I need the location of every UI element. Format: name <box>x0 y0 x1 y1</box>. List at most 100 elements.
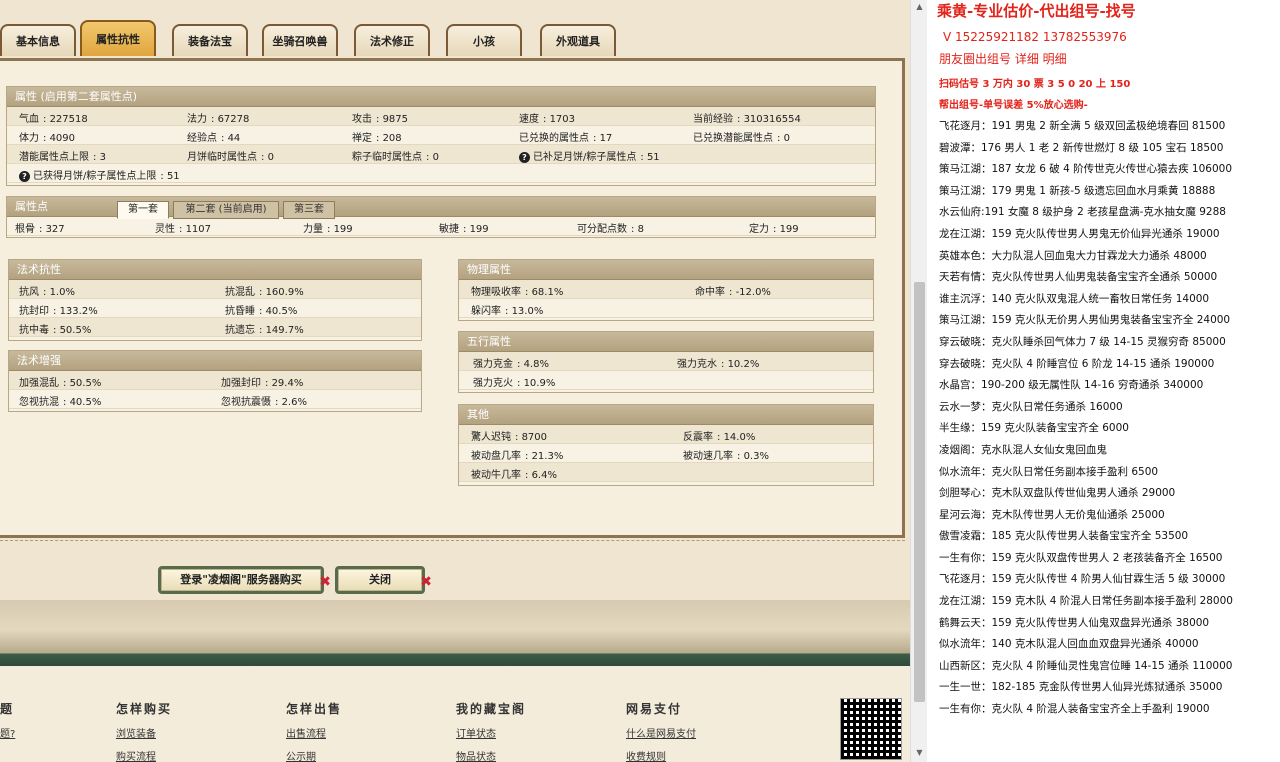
tab-mounts-pets[interactable]: 坐骑召唤兽 <box>262 24 338 56</box>
listing-entry: 一生有你：克火队 4 阶混人装备宝宝齐全上手盈利 19000 <box>939 703 1210 716</box>
other-section: 其他 驚人迟钝: 8700 反震率: 14.0% 被动盘几率: 21.3% 被动… <box>458 404 874 486</box>
tab-spell-correction[interactable]: 法术修正 <box>354 24 430 56</box>
listing-entry: 水晶宫：190-200 级无属性队 14-16 穷奇通杀 340000 <box>939 379 1204 392</box>
footer-link[interactable]: 购买流程 <box>116 748 172 762</box>
notes-line: 帮出组号-单号误差 5%放心选购- <box>939 100 1088 111</box>
resist-row: 抗封印: 133.2% 抗昏睡: 40.5% <box>9 299 421 318</box>
attr-row: ? 已获得月饼/粽子属性点上限: 51 <box>7 164 875 183</box>
listing-entry: 飞花逐月：159 克火队传世 4 阶男人仙甘霖生活 5 级 30000 <box>939 573 1226 586</box>
listing-entry: 天若有情：克火队传世男人仙男鬼装备宝宝齐全通杀 50000 <box>939 271 1218 284</box>
listing-entry: 穿去破晓：克火队 4 阶睡宫位 6 阶龙 14-15 通杀 190000 <box>939 357 1215 370</box>
footer-link[interactable]: 订单状态 <box>456 725 526 740</box>
five-row: 强力克金: 4.8% 强力克水: 10.2% <box>459 352 873 371</box>
listing-entry: 似水流年：克火队日常任务副本接手盈利 6500 <box>939 465 1159 478</box>
footer-link[interactable]: 出售流程 <box>286 725 342 740</box>
tab-attributes[interactable]: 属性抗性 <box>80 20 156 56</box>
listing-entries: 飞花逐月：191 男鬼 2 新全满 5 级双回孟极绝境春回 81500 碧波潭：1… <box>939 116 1279 721</box>
tab-equipment[interactable]: 装备法宝 <box>172 24 248 56</box>
five-row: 强力克火: 10.9% <box>459 371 873 390</box>
section-title: 法术抗性 <box>9 260 421 280</box>
phys-row: 躲闪率: 13.0% <box>459 299 873 318</box>
points-row: 根骨: 327 灵性: 1107 力量: 199 敏捷: 199 可分配点数: … <box>7 217 875 236</box>
footer-link[interactable]: 物品状态 <box>456 748 526 762</box>
scroll-up-icon[interactable]: ▲ <box>914 2 925 13</box>
divider <box>0 540 905 552</box>
other-row: 被动牛几率: 6.4% <box>459 463 873 482</box>
footer-col-sell: 怎样出售 出售流程 公示期 <box>286 700 342 762</box>
notes-line: 朋友圈出组号 详细 明细 <box>939 52 1067 66</box>
footer-title: 怎样出售 <box>286 702 343 716</box>
listing-entry: 凌烟阁：克水队混人女仙女鬼回血鬼 <box>939 443 1107 456</box>
listing-entry: 策马江湖：179 男鬼 1 新孩-5 级遗忘回血水月乘黄 18888 <box>939 184 1216 197</box>
phys-row: 物理吸收率: 68.1% 命中率: -12.0% <box>459 280 873 299</box>
boost-row: 加强混乱: 50.5% 加强封印: 29.4% <box>9 371 421 390</box>
footer-title: 题 <box>0 702 15 716</box>
footer-link[interactable]: 收费规则 <box>626 748 696 762</box>
section-title: 法术增强 <box>9 351 421 371</box>
listing-entry: 半生缘：159 克火队装备宝宝齐全 6000 <box>939 422 1129 435</box>
tab-basic-info[interactable]: 基本信息 <box>0 24 76 56</box>
footer-title: 怎样购买 <box>116 702 173 716</box>
other-row: 被动盘几率: 21.3% 被动速几率: 0.3% <box>459 444 873 463</box>
footer-title: 我的藏宝阁 <box>456 702 527 716</box>
listing-entry: 英雄本色：大力队混人回血鬼大力甘霖龙大力通杀 48000 <box>939 249 1207 262</box>
physical-section: 物理属性 物理吸收率: 68.1% 命中率: -12.0% 躲闪率: 13.0% <box>458 259 874 321</box>
listing-entry: 碧波潭：176 男人 1 老 2 新传世燃灯 8 级 105 宝石 18500 <box>939 141 1224 154</box>
game-panel: 基本信息 属性抗性 装备法宝 坐骑召唤兽 法术修正 小孩 外观道具 属性 (启用… <box>0 0 910 762</box>
listing-entry: 山西新区：克火队 4 阶睡仙灵性鬼宫位睡 14-15 通杀 110000 <box>939 659 1233 672</box>
scroll-thumb[interactable] <box>914 282 925 702</box>
five-elements-section: 五行属性 强力克金: 4.8% 强力克水: 10.2% 强力克火: 10.9% <box>458 331 874 393</box>
help-icon[interactable]: ? <box>519 152 530 163</box>
attr-row: 气血: 227518 法力: 67278 攻击: 9875 速度: 1703 当… <box>7 107 875 126</box>
qr-code-icon <box>840 698 902 760</box>
help-icon[interactable]: ? <box>19 171 30 182</box>
resist-row: 抗风: 1.0% 抗混乱: 160.9% <box>9 280 421 299</box>
listing-entry: 一生有你：159 克火队双盘传世男人 2 老孩装备齐全 16500 <box>939 551 1223 564</box>
listing-entry: 似水流年：140 克木队混人回血血双盘异光通杀 40000 <box>939 638 1199 651</box>
other-row: 驚人迟钝: 8700 反震率: 14.0% <box>459 425 873 444</box>
listing-entry: 龙在江湖：159 克火队传世男人男鬼无价仙异光通杀 19000 <box>939 227 1220 240</box>
footer-link[interactable]: 浏览装备 <box>116 725 172 740</box>
login-buy-button[interactable]: 登录"凌烟阁"服务器购买 ✖ <box>158 566 331 594</box>
resist-row: 抗中毒: 50.5% 抗遗忘: 149.7% <box>9 318 421 337</box>
notes-title: 乘黄-专业估价-代出组号-找号 <box>937 2 1136 20</box>
footer-link[interactable]: 什么是网易支付 <box>626 725 696 740</box>
listing-entry: 云水一梦：克火队日常任务通杀 16000 <box>939 400 1123 413</box>
points-section: 属性点 第一套 第二套 (当前启用) 第三套 根骨: 327 灵性: 1107 … <box>6 196 876 238</box>
listing-entry: 星河云海：克木队传世男人无价鬼仙通杀 25000 <box>939 508 1165 521</box>
section-title: 其他 <box>459 405 873 425</box>
scrollbar[interactable]: ▲ ▼ <box>910 0 927 762</box>
footer-link[interactable]: 公示期 <box>286 748 342 762</box>
tab-bar: 基本信息 属性抗性 装备法宝 坐骑召唤兽 法术修正 小孩 外观道具 <box>0 20 910 60</box>
footer-col-buy: 怎样购买 浏览装备 购买流程 <box>116 700 172 762</box>
footer-col: 题 题? <box>0 700 15 740</box>
section-title: 属性 (启用第二套属性点) <box>7 87 875 107</box>
listing-entry: 穿云破晓：克火队睡杀回气体力 7 级 14-15 灵猴穷奇 85000 <box>939 335 1226 348</box>
boost-row: 忽视抗混: 40.5% 忽视抗震慑: 2.6% <box>9 390 421 409</box>
footer-title: 网易支付 <box>626 702 683 716</box>
listing-entry: 鹤舞云天：159 克火队传世男人仙鬼双盘异光通杀 38000 <box>939 616 1210 629</box>
section-title: 物理属性 <box>459 260 873 280</box>
tab-child[interactable]: 小孩 <box>446 24 522 56</box>
attr-row: 体力: 4090 经验点: 44 禅定: 208 已兑换的属性点: 17 已兑换… <box>7 126 875 145</box>
close-icon: ✖ <box>420 574 432 590</box>
listing-entry: 一生一世：182-185 克金队传世男人仙异光炼狱通杀 35000 <box>939 681 1223 694</box>
notes-line: 扫码估号 3 万内 30 票 3 5 0 20 上 150 <box>939 79 1131 90</box>
notes-phone: V 15225921182 13782553976 <box>943 30 1127 44</box>
tab-appearance[interactable]: 外观道具 <box>540 24 616 56</box>
listing-entry: 策马江湖：159 克火队无价男人男仙男鬼装备宝宝齐全 24000 <box>939 314 1231 327</box>
listing-entry: 谁主沉浮：140 克火队双鬼混人统一畜牧日常任务 14000 <box>939 292 1210 305</box>
spell-resist-section: 法术抗性 抗风: 1.0% 抗混乱: 160.9% 抗封印: 133.2% 抗昏… <box>8 259 422 341</box>
decorative-banner <box>0 600 910 666</box>
close-button[interactable]: 关闭 ✖ <box>335 566 432 594</box>
footer-link[interactable]: 题? <box>0 725 15 740</box>
listing-entry: 剑胆琴心：克木队双盘队传世仙鬼男人通杀 29000 <box>939 487 1176 500</box>
attr-row: 潜能属性点上限: 3 月饼临时属性点: 0 粽子临时属性点: 0 ? 已补足月饼/… <box>7 145 875 164</box>
spell-boost-section: 法术增强 加强混乱: 50.5% 加强封印: 29.4% 忽视抗混: 40.5%… <box>8 350 422 412</box>
footer: 题 题? 怎样购买 浏览装备 购买流程 怎样出售 出售流程 公示期 我的藏宝阁 … <box>0 666 910 762</box>
listing-entry: 策马江湖：187 女龙 6 破 4 阶传世克火传世心猿去疾 106000 <box>939 163 1233 176</box>
listing-entry: 水云仙府:191 女魔 8 级护身 2 老孩星盘满-克水抽女魔 9288 <box>939 206 1226 219</box>
footer-col-mine: 我的藏宝阁 订单状态 物品状态 <box>456 700 526 762</box>
attributes-section: 属性 (启用第二套属性点) 气血: 227518 法力: 67278 攻击: 9… <box>6 86 876 186</box>
scroll-down-icon[interactable]: ▼ <box>914 748 925 759</box>
